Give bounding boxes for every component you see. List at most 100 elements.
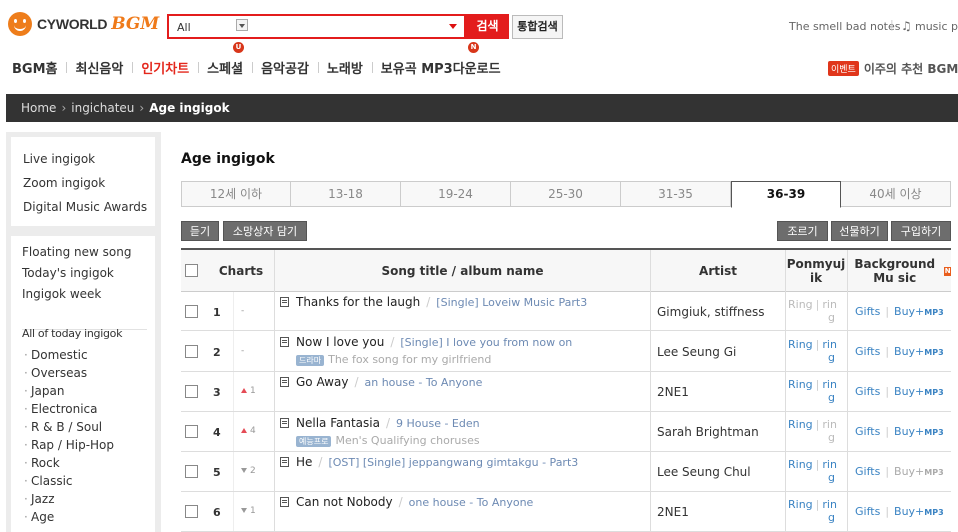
tab-31-35[interactable]: 31-35: [621, 181, 731, 207]
buy-mp3-link[interactable]: Buy+MP3: [894, 305, 944, 318]
artist-name[interactable]: Gimgiuk, stiffness: [657, 305, 765, 319]
sidebar-item-floating-new[interactable]: Floating new song: [22, 245, 131, 259]
nav-music-empathy[interactable]: 음악공감: [252, 58, 318, 77]
breadcrumb-home[interactable]: Home: [21, 101, 56, 115]
sidebar-sub-domestic[interactable]: Domestic: [24, 348, 87, 362]
artist-name[interactable]: Lee Seung Chul: [657, 465, 751, 479]
sidebar-sub-overseas[interactable]: Overseas: [24, 366, 87, 380]
tab-under-12[interactable]: 12세 이하: [181, 181, 291, 207]
buy-mp3-link[interactable]: Buy+MP3: [894, 505, 944, 518]
artist-name[interactable]: 2NE1: [657, 385, 689, 399]
sidebar-sub-japan[interactable]: Japan: [24, 384, 65, 398]
sidebar-item-awards[interactable]: Digital Music Awards: [23, 200, 147, 214]
artist-name[interactable]: Lee Seung Gi: [657, 345, 736, 359]
sidebar-group-title[interactable]: All of today ingigok: [22, 327, 122, 340]
music-play-link[interactable]: music play: [915, 20, 958, 33]
sidebar-sub-rnb[interactable]: R & B / Soul: [24, 420, 102, 434]
ringtone-link[interactable]: Ring: [788, 418, 813, 431]
cyworld-bgm-logo[interactable]: CYWORLD BGM: [8, 10, 159, 38]
row-checkbox[interactable]: [185, 465, 198, 478]
tab-19-24[interactable]: 19-24: [401, 181, 511, 207]
song-title[interactable]: Thanks for the laugh: [296, 295, 420, 309]
add-to-wishbox-button[interactable]: 소망상자 담기: [223, 221, 307, 241]
ringtone-link-2-cont[interactable]: g: [828, 471, 835, 484]
nav-special[interactable]: 스페셜: [198, 58, 252, 77]
row-checkbox[interactable]: [185, 385, 198, 398]
beg-button[interactable]: 조르기: [777, 221, 828, 241]
artist-name[interactable]: 2NE1: [657, 505, 689, 519]
tab-36-39[interactable]: 36-39: [731, 181, 841, 208]
gifts-link[interactable]: Gifts: [855, 425, 880, 438]
ringtone-link[interactable]: Ring: [788, 378, 813, 391]
album-name[interactable]: [Single] I love you from now on: [400, 336, 572, 349]
ringtone-link[interactable]: Ring: [788, 338, 813, 351]
top-notes-link[interactable]: The smell bad notes: [789, 20, 901, 33]
song-title[interactable]: Go Away: [296, 375, 348, 389]
sidebar-item-today[interactable]: Today's ingigok: [22, 266, 114, 280]
select-all-checkbox[interactable]: [185, 264, 198, 277]
sidebar-sub-electronica[interactable]: Electronica: [24, 402, 97, 416]
song-title[interactable]: He: [296, 455, 312, 469]
ringtone-link-2-cont[interactable]: g: [828, 351, 835, 364]
breadcrumb-chart[interactable]: ingichateu: [71, 101, 134, 115]
lyrics-doc-icon[interactable]: [280, 418, 289, 428]
ringtone-link-2[interactable]: rin: [822, 418, 837, 431]
gifts-link[interactable]: Gifts: [855, 305, 880, 318]
nav-popular-chart[interactable]: 인기차트: [132, 58, 198, 77]
search-dropdown-arrow-icon[interactable]: [449, 24, 457, 29]
song-title[interactable]: Now I love you: [296, 335, 384, 349]
sidebar-item-week[interactable]: Ingigok week: [22, 287, 101, 301]
album-name[interactable]: 9 House - Eden: [396, 417, 480, 430]
search-box[interactable]: All: [167, 14, 466, 39]
tab-13-18[interactable]: 13-18: [291, 181, 401, 207]
ringtone-link-2-cont[interactable]: g: [828, 431, 835, 444]
sidebar-sub-jazz[interactable]: Jazz: [24, 492, 54, 506]
buy-mp3-link[interactable]: Buy+MP3: [894, 425, 944, 438]
row-checkbox[interactable]: [185, 304, 198, 318]
nav-mp3-download[interactable]: 보유곡 MP3다운로드: [371, 58, 510, 77]
buy-mp3-link[interactable]: Buy+MP3: [894, 385, 944, 398]
nav-latest-music[interactable]: 최신음악: [66, 58, 132, 77]
listen-button[interactable]: 듣기: [181, 221, 219, 241]
lyrics-doc-icon[interactable]: [280, 457, 289, 467]
row-checkbox[interactable]: [185, 505, 198, 518]
ringtone-link-2[interactable]: rin: [822, 498, 837, 511]
artist-name[interactable]: Sarah Brightman: [657, 425, 759, 439]
event-banner[interactable]: 이벤트 이주의 추천 BGM: [828, 60, 958, 77]
purchase-button[interactable]: 구입하기: [891, 221, 951, 241]
nav-karaoke[interactable]: 노래방: [317, 58, 372, 77]
buy-mp3-link[interactable]: Buy+MP3: [894, 345, 944, 358]
sidebar-sub-rock[interactable]: Rock: [24, 456, 60, 470]
unified-search-button[interactable]: 통합검색: [512, 15, 563, 39]
buy-mp3-link[interactable]: Buy+MP3: [894, 465, 944, 478]
album-name[interactable]: [OST] [Single] jeppangwang gimtakgu - Pa…: [328, 456, 578, 469]
sidebar-sub-classic[interactable]: Classic: [24, 474, 72, 488]
row-checkbox[interactable]: [185, 344, 198, 358]
sidebar-item-live[interactable]: Live ingigok: [23, 152, 95, 166]
category-dropdown-icon[interactable]: [236, 19, 248, 31]
album-name[interactable]: an house - To Anyone: [365, 376, 483, 389]
ringtone-link-2[interactable]: rin: [822, 378, 837, 391]
lyrics-doc-icon[interactable]: [280, 377, 289, 387]
nav-bgm-home[interactable]: BGM홈: [0, 58, 66, 77]
gifts-link[interactable]: Gifts: [855, 345, 880, 358]
ringtone-link[interactable]: Ring: [788, 498, 813, 511]
gift-button[interactable]: 선물하기: [831, 221, 888, 241]
ringtone-link-2-cont[interactable]: g: [828, 311, 835, 324]
lyrics-doc-icon[interactable]: [280, 497, 289, 507]
search-button[interactable]: 검색: [466, 14, 509, 39]
ringtone-link-2[interactable]: rin: [822, 458, 837, 471]
album-name[interactable]: [Single] Loveiw Music Part3: [436, 296, 587, 309]
ringtone-link-2[interactable]: rin: [822, 338, 837, 351]
search-category-select[interactable]: All: [177, 21, 191, 34]
sidebar-item-zoom[interactable]: Zoom ingigok: [23, 176, 105, 190]
song-title[interactable]: Can not Nobody: [296, 495, 393, 509]
sidebar-sub-rap[interactable]: Rap / Hip-Hop: [24, 438, 114, 452]
tab-25-30[interactable]: 25-30: [511, 181, 621, 207]
gifts-link[interactable]: Gifts: [855, 385, 880, 398]
ringtone-link[interactable]: Ring: [788, 458, 813, 471]
tab-40-plus[interactable]: 40세 이상: [841, 181, 951, 207]
sidebar-sub-age[interactable]: Age: [24, 510, 54, 524]
gifts-link[interactable]: Gifts: [855, 465, 880, 478]
ringtone-link-2[interactable]: rin: [822, 298, 837, 311]
